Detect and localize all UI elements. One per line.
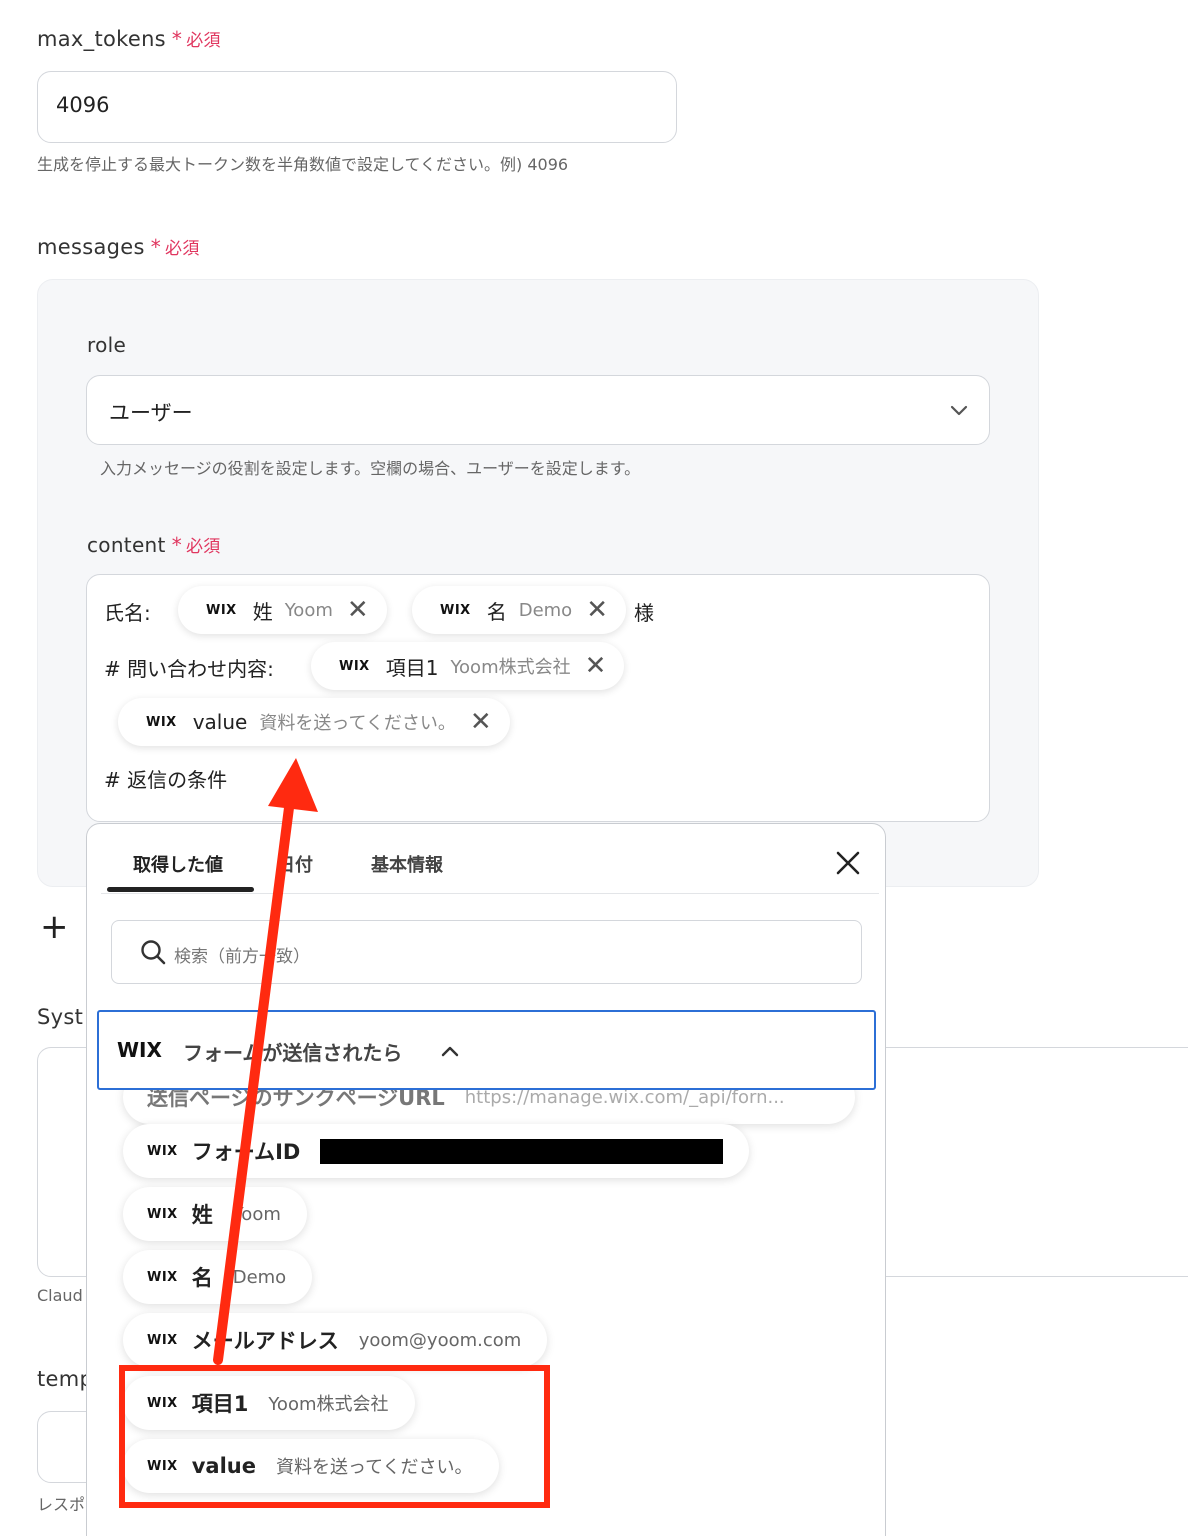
arrow-annotation (213, 758, 318, 1365)
